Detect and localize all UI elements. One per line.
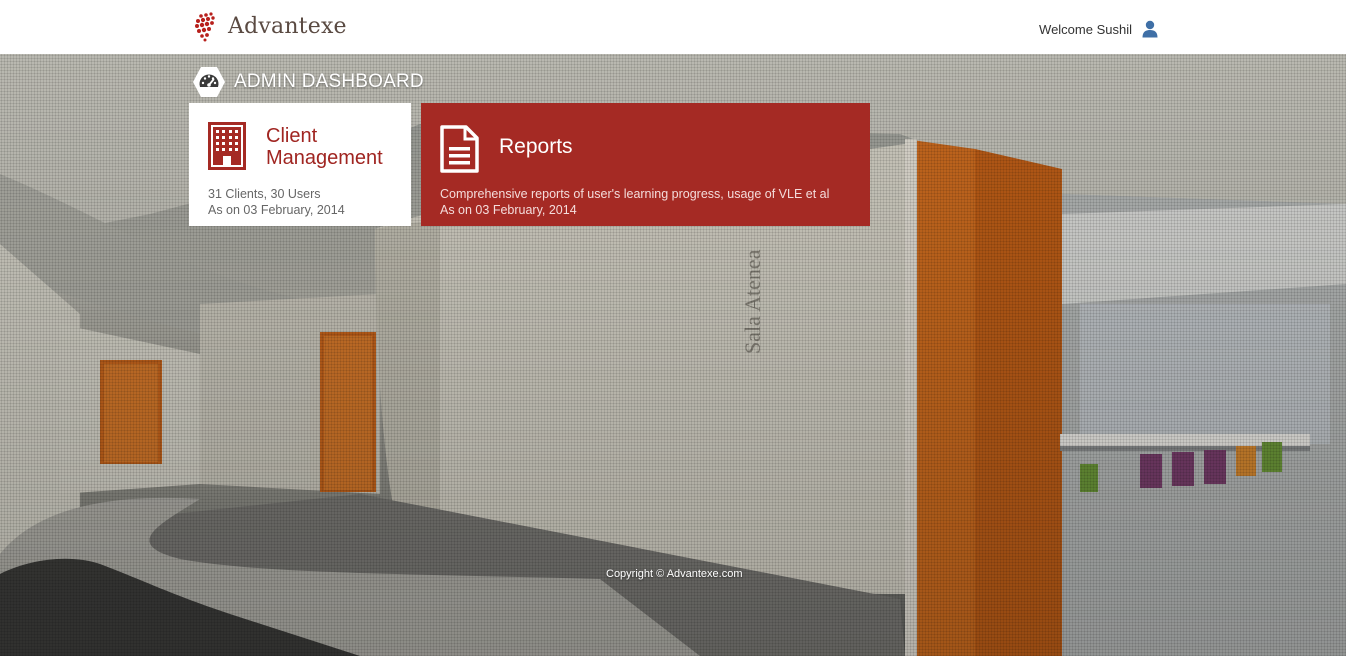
client-count-text: 31 Clients, 30 Users: [208, 187, 321, 201]
document-icon: [440, 125, 479, 173]
reports-meta: Comprehensive reports of user's learning…: [440, 187, 829, 218]
client-management-title: Client Management: [266, 125, 383, 169]
reports-tile[interactable]: Reports Comprehensive reports of user's …: [421, 103, 870, 226]
logo-mark-icon: [195, 12, 215, 42]
client-title-line2: Management: [266, 147, 383, 169]
client-title-line1: Client: [266, 125, 318, 147]
client-management-meta: 31 Clients, 30 Users As on 03 February, …: [208, 187, 345, 218]
top-header: Advantexe Welcome Sushil: [0, 0, 1346, 54]
reports-description: Comprehensive reports of user's learning…: [440, 187, 830, 201]
building-icon: [208, 122, 246, 170]
copyright-text: Copyright © Advantexe.com: [606, 568, 743, 580]
reports-title: Reports: [499, 135, 573, 158]
welcome-text: Welcome Sushil: [1039, 21, 1132, 37]
brand-logo[interactable]: Advantexe: [192, 9, 347, 43]
brand-name: Advantexe: [228, 13, 347, 39]
user-icon: [1142, 20, 1158, 38]
user-menu[interactable]: Welcome Sushil: [1039, 20, 1158, 38]
wall-sign-text: Sala Atenea: [740, 249, 765, 354]
client-management-tile[interactable]: Client Management 31 Clients, 30 Users A…: [189, 103, 411, 226]
client-date-text: As on 03 February, 2014: [208, 202, 345, 217]
dashboard-heading: ADMIN DASHBOARD: [192, 66, 424, 98]
page-title: ADMIN DASHBOARD: [234, 71, 424, 92]
speedometer-icon: [193, 67, 225, 97]
reports-date-text: As on 03 February, 2014: [440, 202, 577, 217]
